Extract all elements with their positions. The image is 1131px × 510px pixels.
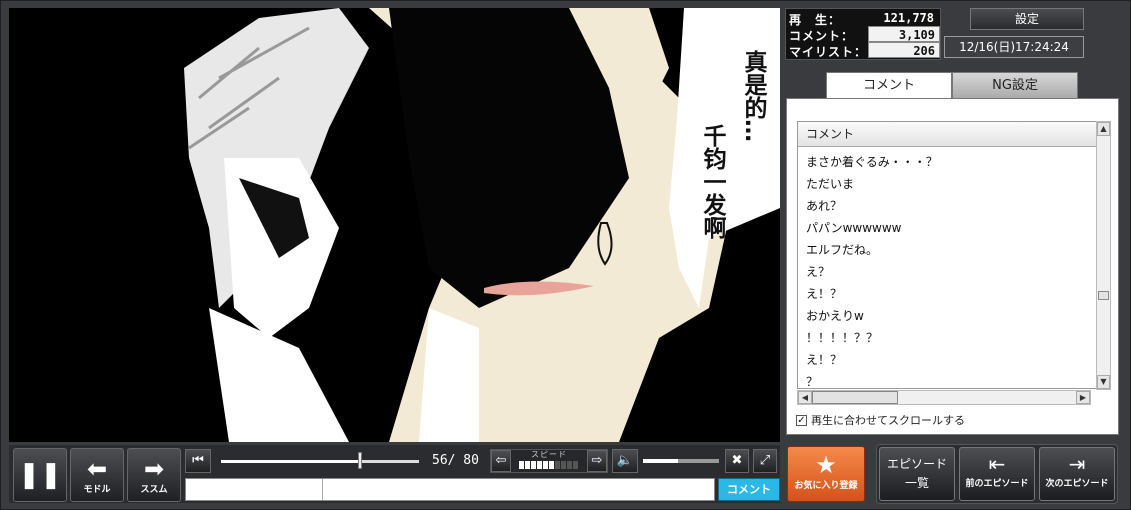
episode-list-label-1: エピソード (886, 457, 947, 471)
mute-button[interactable]: 🔈 (612, 449, 638, 473)
next-episode-button[interactable]: ⇥ 次のエピソード (1039, 447, 1115, 501)
page-counter: 56/ 80 (432, 453, 479, 468)
scroll-down-icon[interactable]: ▼ (1097, 375, 1110, 389)
comment-horizontal-scrollbar[interactable]: ◀ ▶ (797, 390, 1091, 405)
tab-ng-settings[interactable]: NG設定 (952, 72, 1078, 99)
tab-comment[interactable]: コメント (826, 72, 952, 99)
comment-input-row (185, 478, 715, 501)
list-item[interactable]: ただいま (806, 173, 854, 195)
speed-label: スピード (531, 450, 567, 459)
list-item[interactable]: ！！！！？？ (806, 327, 878, 349)
favorite-button[interactable]: ★ お気に入り登録 (787, 446, 865, 502)
skip-start-icon: ⏮ (192, 453, 204, 468)
arrow-right-icon: ➡ (143, 455, 165, 483)
list-item[interactable]: おかえりw (806, 305, 864, 327)
autoscroll-label: 再生に合わせてスクロールする (811, 414, 965, 427)
speed-bar (549, 461, 554, 469)
comment-text-input[interactable] (324, 479, 714, 500)
speed-bar (567, 461, 572, 469)
list-item[interactable]: え！？ (806, 349, 842, 371)
speed-bar (543, 461, 548, 469)
video-area[interactable]: 真是的… 千钧一发啊 (9, 8, 780, 442)
mylist-value: 206 (913, 44, 935, 58)
prev-episode-icon: ⇤ (988, 452, 1006, 476)
list-item[interactable]: え？ (806, 261, 830, 283)
arrow-left-icon: ⬅ (86, 455, 108, 483)
speed-bar (573, 461, 578, 469)
next-episode-icon: ⇥ (1068, 452, 1086, 476)
speed-down-button[interactable]: ⇦ (491, 450, 511, 472)
list-item[interactable]: あれ？ (806, 195, 842, 217)
hscroll-thumb[interactable] (812, 391, 898, 404)
speaker-icon: 🔈 (616, 453, 634, 468)
speed-control: ⇦ スピード ⇨ (490, 449, 608, 473)
list-item[interactable]: エルフだね。 (806, 239, 878, 261)
comment-list[interactable]: コメント まさか着ぐるみ・・・？ ただいま あれ？ パパンwwwwww エルフだ… (797, 121, 1098, 389)
speech-bubble-line-1: 真是的… (740, 50, 766, 142)
list-item[interactable]: え！？ (806, 283, 842, 305)
speed-bar (537, 461, 542, 469)
list-item[interactable]: まさか着ぐるみ・・・？ (806, 151, 938, 173)
comment-off-icon: ✖ (731, 453, 743, 468)
speed-bar (555, 461, 560, 469)
comments-row: コメント： 3,109 (786, 26, 940, 43)
seek-progress (221, 460, 360, 463)
comment-column-header[interactable]: コメント (798, 122, 1097, 147)
star-icon: ★ (815, 451, 837, 479)
back-button[interactable]: ⬅ モドル (70, 448, 124, 502)
views-row: 再 生： 121,778 (786, 10, 940, 27)
favorite-label: お気に入り登録 (794, 481, 858, 491)
speed-up-button[interactable]: ⇨ (587, 450, 607, 472)
speed-bar (525, 461, 530, 469)
autoscroll-option[interactable]: ✓ 再生に合わせてスクロールする (796, 412, 965, 428)
settings-button[interactable]: 設定 (970, 8, 1084, 30)
skip-to-start-button[interactable]: ⏮ (185, 449, 211, 473)
fullscreen-button[interactable]: ⤢ (753, 449, 777, 473)
scroll-up-icon[interactable]: ▲ (1097, 122, 1110, 136)
comment-command-input[interactable] (186, 479, 323, 500)
mylist-label: マイリスト： (789, 45, 868, 59)
pause-button[interactable]: ❚❚ (13, 448, 67, 502)
list-item[interactable]: パパンwwwwww (806, 217, 902, 239)
prev-episode-button[interactable]: ⇤ 前のエピソード (959, 447, 1035, 501)
fullscreen-icon: ⤢ (759, 453, 771, 468)
forward-label: ススム (140, 485, 168, 495)
forward-button[interactable]: ➡ ススム (127, 448, 181, 502)
scroll-left-icon[interactable]: ◀ (798, 391, 812, 404)
scroll-thumb[interactable] (1098, 291, 1109, 300)
volume-slider[interactable] (643, 459, 719, 463)
list-item[interactable]: ？ (806, 371, 818, 388)
speed-bar (561, 461, 566, 469)
comment-submit-button[interactable]: コメント (718, 478, 780, 501)
episode-list-label-2: 一覧 (904, 476, 929, 490)
seek-row: ⏮ 56/ 80 ⇦ スピード ⇨ 🔈 ✖ ⤢ (185, 449, 781, 473)
mylist-box: 206 (868, 42, 940, 58)
back-label: モドル (83, 485, 111, 495)
mylist-row: マイリスト： 206 (786, 42, 940, 59)
volume-level (643, 459, 678, 463)
speed-bar (531, 461, 536, 469)
scroll-right-icon[interactable]: ▶ (1076, 391, 1090, 404)
manga-frame-image (9, 8, 780, 442)
pause-icon: ❚❚ (18, 460, 62, 490)
comment-vertical-scrollbar[interactable]: ▲ ▼ (1096, 121, 1111, 390)
speed-bar (519, 461, 524, 469)
seek-slider[interactable] (221, 452, 419, 469)
comments-value: 3,109 (898, 28, 935, 42)
seek-handle[interactable] (357, 452, 362, 469)
comment-toggle-button[interactable]: ✖ (725, 449, 749, 473)
prev-episode-label: 前のエピソード (965, 479, 1029, 489)
speed-level-indicator (519, 461, 578, 469)
episode-list-button[interactable]: エピソード 一覧 (879, 447, 955, 501)
comment-panel: コメント まさか着ぐるみ・・・？ ただいま あれ？ パパンwwwwww エルフだ… (786, 98, 1119, 435)
arrow-right-small-icon: ⇨ (591, 453, 603, 468)
speech-bubble-line-2: 千钧一发啊 (699, 124, 725, 239)
arrow-left-small-icon: ⇦ (495, 453, 507, 468)
comments-box: 3,109 (868, 26, 940, 42)
stats-panel: 再 生： 121,778 コメント： 3,109 マイリスト： 206 (785, 8, 941, 60)
views-value: 121,778 (883, 11, 934, 25)
autoscroll-checkbox[interactable]: ✓ (796, 414, 807, 426)
datetime-display: 12/16(日)17:24:24 (944, 36, 1084, 58)
next-episode-label: 次のエピソード (1045, 479, 1109, 489)
